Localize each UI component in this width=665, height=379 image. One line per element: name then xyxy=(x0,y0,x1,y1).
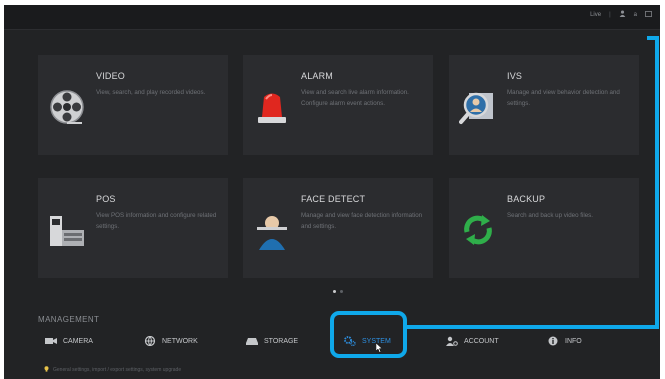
mouse-cursor-icon xyxy=(375,340,383,358)
storage-drive-icon xyxy=(246,336,258,346)
management-item-account[interactable]: ACCOUNT xyxy=(446,334,499,348)
user-label[interactable]: a xyxy=(634,12,637,18)
live-button[interactable]: Live xyxy=(590,12,601,18)
lightbulb-icon xyxy=(44,366,49,374)
tile-title: FACE DETECT xyxy=(301,194,366,204)
tile-title: POS xyxy=(96,194,116,204)
highlight-line-vertical xyxy=(655,36,659,329)
management-item-label: INFO xyxy=(565,337,582,345)
page-indicator xyxy=(333,290,343,293)
tile-backup[interactable]: BACKUP Search and back up video files. xyxy=(449,178,639,278)
backup-arrows-icon xyxy=(459,210,497,250)
tile-description: View, search, and play recorded videos. xyxy=(96,89,206,96)
topbar-separator: | xyxy=(609,11,611,18)
management-item-label: NETWORK xyxy=(162,337,198,345)
alarm-siren-icon xyxy=(253,87,291,127)
face-scan-icon xyxy=(253,210,291,250)
highlight-line-horizontal xyxy=(407,325,659,329)
management-item-label: STORAGE xyxy=(264,337,299,345)
info-icon xyxy=(547,336,559,346)
management-item-storage[interactable]: STORAGE xyxy=(246,334,298,348)
camera-icon xyxy=(45,336,57,346)
film-reel-icon xyxy=(48,87,86,127)
tile-pos[interactable]: POS View POS information and configure r… xyxy=(38,178,228,278)
management-item-label: CAMERA xyxy=(63,337,93,345)
tile-description: Manage and view behavior detection and s… xyxy=(507,89,620,107)
account-gear-icon xyxy=(446,336,458,346)
tile-face-detect[interactable]: FACE DETECT Manage and view face detecti… xyxy=(243,178,433,278)
page-dot[interactable] xyxy=(340,290,343,293)
topbar-controls: Live | a xyxy=(590,10,652,19)
page-dot-active[interactable] xyxy=(333,290,336,293)
management-title: MANAGEMENT xyxy=(38,315,100,324)
tile-alarm[interactable]: ALARM View and search live alarm informa… xyxy=(243,55,433,155)
tile-video[interactable]: VIDEO View, search, and play recorded vi… xyxy=(38,55,228,155)
management-item-camera[interactable]: CAMERA xyxy=(45,334,93,348)
tile-description: Search and back up video files. xyxy=(507,212,593,219)
user-icon[interactable] xyxy=(619,10,626,19)
tile-title: IVS xyxy=(507,71,523,81)
management-item-label: ACCOUNT xyxy=(464,337,499,345)
network-globe-icon xyxy=(144,335,156,347)
tile-description: Manage and view face detection informati… xyxy=(301,212,423,230)
tile-description: View and search live alarm information. … xyxy=(301,89,409,107)
footer-hint-text: General settings, import / export settin… xyxy=(53,367,182,373)
tile-title: VIDEO xyxy=(96,71,126,81)
window-icon[interactable] xyxy=(645,10,652,19)
magnifier-person-icon xyxy=(459,87,497,127)
tile-title: ALARM xyxy=(301,71,334,81)
footer-hint: General settings, import / export settin… xyxy=(44,366,181,374)
management-item-network[interactable]: NETWORK xyxy=(144,334,198,348)
pos-terminal-icon xyxy=(48,210,86,250)
highlight-box-system xyxy=(330,311,407,358)
tile-ivs[interactable]: IVS Manage and view behavior detection a… xyxy=(449,55,639,155)
tile-description: View POS information and configure relat… xyxy=(96,212,217,230)
tile-title: BACKUP xyxy=(507,194,546,204)
management-item-info[interactable]: INFO xyxy=(547,334,582,348)
top-bar: Live | a xyxy=(4,5,660,30)
